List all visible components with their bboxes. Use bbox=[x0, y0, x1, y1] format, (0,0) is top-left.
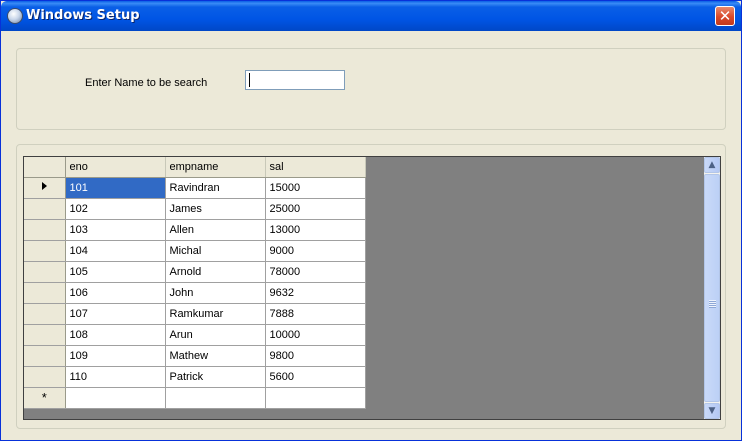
cell-sal[interactable]: 9000 bbox=[265, 240, 366, 262]
scroll-thumb[interactable] bbox=[704, 174, 720, 402]
cell-empname[interactable]: Arun bbox=[165, 324, 266, 346]
data-grid[interactable]: eno empname sal 101 Ravindran 15000 102 Jame… bbox=[23, 156, 721, 420]
cell-eno[interactable]: 108 bbox=[65, 324, 166, 346]
column-header-empname[interactable]: empname bbox=[165, 157, 266, 178]
table-row[interactable]: 105 Arnold 78000 bbox=[24, 261, 366, 283]
app-window: Windows Setup ✕ Enter Name to be search … bbox=[0, 0, 742, 441]
new-row-asterisk-icon[interactable]: * bbox=[24, 387, 66, 409]
new-cell-sal[interactable] bbox=[265, 387, 366, 409]
table-row[interactable]: 109 Mathew 9800 bbox=[24, 345, 366, 367]
search-input[interactable] bbox=[245, 70, 345, 90]
close-button[interactable]: ✕ bbox=[715, 6, 735, 26]
table-row[interactable]: 104 Michal 9000 bbox=[24, 240, 366, 262]
cell-sal[interactable]: 25000 bbox=[265, 198, 366, 220]
cell-sal[interactable]: 15000 bbox=[265, 177, 366, 199]
row-header[interactable] bbox=[24, 240, 66, 262]
cell-eno[interactable]: 109 bbox=[65, 345, 166, 367]
header-row: eno empname sal bbox=[24, 157, 366, 178]
table-row[interactable]: 101 Ravindran 15000 bbox=[24, 177, 366, 199]
cell-sal[interactable]: 9632 bbox=[265, 282, 366, 304]
grip-icon bbox=[709, 300, 716, 308]
search-groupbox bbox=[16, 48, 726, 130]
search-label: Enter Name to be search bbox=[85, 77, 208, 89]
column-header-sal[interactable]: sal bbox=[265, 157, 366, 178]
vertical-scrollbar[interactable]: ▲ ▼ bbox=[704, 157, 720, 419]
cell-empname[interactable]: Michal bbox=[165, 240, 266, 262]
data-table: eno empname sal 101 Ravindran 15000 102 Jame… bbox=[24, 157, 366, 409]
cell-eno[interactable]: 106 bbox=[65, 282, 166, 304]
cell-sal[interactable]: 7888 bbox=[265, 303, 366, 325]
row-header[interactable] bbox=[24, 345, 66, 367]
row-header[interactable] bbox=[24, 219, 66, 241]
row-header[interactable] bbox=[24, 198, 66, 220]
cell-sal[interactable]: 5600 bbox=[265, 366, 366, 388]
table-row[interactable]: 107 Ramkumar 7888 bbox=[24, 303, 366, 325]
text-caret bbox=[249, 73, 250, 87]
row-header[interactable] bbox=[24, 261, 66, 283]
cell-empname[interactable]: Arnold bbox=[165, 261, 266, 283]
cell-sal[interactable]: 9800 bbox=[265, 345, 366, 367]
cell-eno[interactable]: 110 bbox=[65, 366, 166, 388]
cell-empname[interactable]: Allen bbox=[165, 219, 266, 241]
cell-empname[interactable]: James bbox=[165, 198, 266, 220]
arrow-right-icon bbox=[41, 182, 47, 190]
corner-header[interactable] bbox=[24, 157, 66, 178]
new-cell-eno[interactable] bbox=[65, 387, 166, 409]
cell-sal[interactable]: 10000 bbox=[265, 324, 366, 346]
cell-empname[interactable]: Ramkumar bbox=[165, 303, 266, 325]
new-cell-empname[interactable] bbox=[165, 387, 266, 409]
cell-eno[interactable]: 104 bbox=[65, 240, 166, 262]
row-header[interactable] bbox=[24, 282, 66, 304]
window-title: Windows Setup bbox=[26, 8, 140, 23]
scroll-down-button[interactable]: ▼ bbox=[704, 403, 720, 419]
scroll-up-button[interactable]: ▲ bbox=[704, 157, 720, 173]
column-header-eno[interactable]: eno bbox=[65, 157, 166, 178]
cell-sal[interactable]: 13000 bbox=[265, 219, 366, 241]
row-header[interactable] bbox=[24, 324, 66, 346]
table-row[interactable]: 108 Arun 10000 bbox=[24, 324, 366, 346]
row-header[interactable] bbox=[24, 177, 66, 199]
cell-eno[interactable]: 103 bbox=[65, 219, 166, 241]
cell-empname[interactable]: Ravindran bbox=[165, 177, 266, 199]
cell-eno[interactable]: 105 bbox=[65, 261, 166, 283]
row-header[interactable] bbox=[24, 303, 66, 325]
new-row[interactable]: * bbox=[24, 387, 366, 409]
row-header[interactable] bbox=[24, 366, 66, 388]
table-row[interactable]: 106 John 9632 bbox=[24, 282, 366, 304]
cell-empname[interactable]: Patrick bbox=[165, 366, 266, 388]
cell-eno[interactable]: 107 bbox=[65, 303, 166, 325]
app-globe-icon bbox=[7, 8, 23, 24]
table-row[interactable]: 110 Patrick 5600 bbox=[24, 366, 366, 388]
table-row[interactable]: 103 Allen 13000 bbox=[24, 219, 366, 241]
cell-eno[interactable]: 101 bbox=[65, 177, 166, 199]
cell-eno[interactable]: 102 bbox=[65, 198, 166, 220]
cell-sal[interactable]: 78000 bbox=[265, 261, 366, 283]
title-bar[interactable]: Windows Setup ✕ bbox=[1, 1, 741, 31]
cell-empname[interactable]: Mathew bbox=[165, 345, 266, 367]
table-row[interactable]: 102 James 25000 bbox=[24, 198, 366, 220]
cell-empname[interactable]: John bbox=[165, 282, 266, 304]
